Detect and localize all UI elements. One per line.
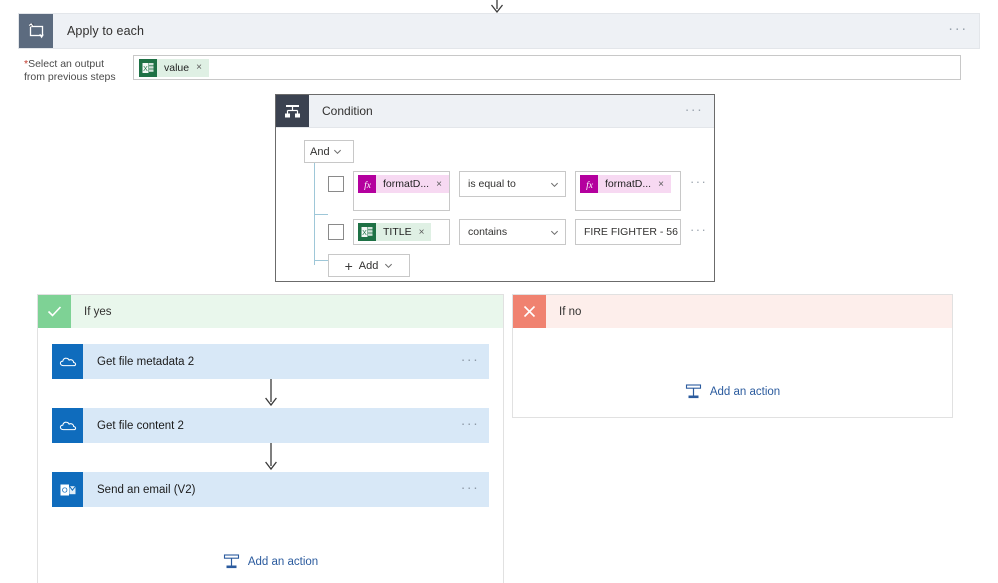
function-icon: fx (580, 175, 598, 193)
add-action-label: Add an action (709, 385, 781, 398)
left-token-body: TITLE × (376, 223, 432, 241)
branch-if-yes: If yes Get file metadata 2 ··· Get file … (37, 294, 504, 583)
condition-card[interactable]: Condition ··· And fx formatD... × is equ… (275, 94, 715, 301)
branch-if-no: If no Add an action (512, 294, 953, 418)
condition-menu-button[interactable]: ··· (674, 95, 714, 127)
action-name: Send an email (V2) (97, 483, 196, 496)
action-name: Get file metadata 2 (97, 355, 195, 368)
action-name: Get file content 2 (97, 419, 184, 432)
loop-icon (19, 14, 53, 48)
left-token-remove[interactable]: × (419, 227, 425, 238)
condition-body: And fx formatD... × is equal to fx forma… (276, 128, 714, 301)
add-condition-button[interactable]: + Add (328, 254, 410, 277)
incoming-flow-arrow (490, 0, 504, 14)
condition-left-field[interactable]: fx formatD... × (353, 171, 450, 211)
add-action-button-if-yes[interactable]: Add an action (38, 553, 503, 570)
branch-if-yes-actions: Get file metadata 2 ··· Get file content… (38, 328, 503, 507)
logic-operator-value: And (310, 145, 330, 158)
condition-title: Condition (322, 104, 373, 118)
left-token-text: TITLE (383, 226, 412, 238)
checkmark-icon (38, 295, 71, 328)
add-action-button-if-no[interactable]: Add an action (513, 383, 952, 400)
right-token[interactable]: fx formatD... × (580, 175, 671, 193)
chevron-down-icon (550, 230, 559, 235)
svg-text:O: O (61, 485, 67, 494)
left-token[interactable]: X TITLE × (358, 223, 432, 241)
condition-operator-dropdown[interactable]: contains (459, 219, 566, 245)
svg-text:fx: fx (586, 180, 594, 191)
flow-connector-arrow (52, 443, 489, 472)
chevron-down-icon (333, 149, 341, 155)
add-action-icon (685, 384, 701, 399)
select-output-label-line2: from previous steps (24, 71, 116, 83)
condition-right-field[interactable]: fx formatD... × (575, 171, 681, 211)
apply-to-each-menu-button[interactable]: ··· (937, 14, 979, 48)
condition-header[interactable]: Condition ··· (276, 95, 714, 128)
excel-icon: X (358, 223, 376, 241)
logic-operator-dropdown[interactable]: And (304, 140, 354, 163)
right-token-body: formatD... × (598, 175, 671, 193)
condition-operator-dropdown[interactable]: is equal to (459, 171, 566, 197)
condition-row-checkbox[interactable] (328, 176, 344, 192)
left-token[interactable]: fx formatD... × (358, 175, 449, 193)
action-menu-button[interactable]: ··· (451, 408, 489, 443)
condition-row-menu-button[interactable]: ··· (690, 174, 707, 189)
left-token-remove[interactable]: × (436, 179, 442, 190)
value-token-body: value × (157, 58, 209, 77)
apply-to-each-title: Apply to each (67, 24, 145, 38)
excel-icon: X (139, 58, 157, 77)
flow-connector-arrow (52, 379, 489, 408)
plus-icon: + (344, 257, 353, 274)
svg-text:fx: fx (364, 180, 372, 191)
condition-operator-value: is equal to (468, 178, 516, 190)
condition-row-checkbox[interactable] (328, 224, 344, 240)
flow-designer-canvas: Apply to each ··· *Select an output from… (0, 0, 998, 583)
select-output-input[interactable]: X value × (133, 55, 961, 80)
add-action-label: Add an action (247, 555, 319, 568)
svg-text:X: X (362, 230, 367, 237)
action-card-get-file-metadata-2[interactable]: Get file metadata 2 ··· (52, 344, 489, 379)
condition-icon (276, 95, 309, 127)
branch-if-yes-label: If yes (84, 305, 112, 318)
condition-row: X TITLE × contains FIRE FIGHTER - 56 ··· (328, 219, 714, 245)
left-token-body: formatD... × (376, 175, 449, 193)
onedrive-icon (52, 408, 83, 443)
apply-to-each-card[interactable]: Apply to each ··· (18, 13, 980, 49)
action-menu-button[interactable]: ··· (451, 472, 489, 507)
value-token-remove[interactable]: × (196, 62, 202, 73)
value-token[interactable]: X value × (139, 58, 209, 77)
close-icon (513, 295, 546, 328)
svg-text:X: X (143, 66, 148, 73)
chevron-down-icon (385, 263, 393, 269)
condition-tree-branch-2 (314, 260, 328, 261)
add-condition-label: Add (358, 259, 379, 272)
condition-value-field[interactable]: FIRE FIGHTER - 56 (575, 219, 681, 245)
outlook-icon: O (52, 472, 83, 507)
chevron-down-icon (550, 182, 559, 187)
right-token-text: formatD... (605, 178, 652, 190)
branch-if-yes-header: If yes (38, 295, 503, 328)
left-token-text: formatD... (383, 178, 430, 190)
onedrive-icon (52, 344, 83, 379)
right-token-remove[interactable]: × (658, 179, 664, 190)
select-output-label: *Select an output from previous steps (24, 58, 128, 84)
condition-tree-branch-1 (314, 214, 328, 215)
branch-if-no-header: If no (513, 295, 952, 328)
action-menu-button[interactable]: ··· (451, 344, 489, 379)
condition-operator-value: contains (468, 226, 508, 238)
function-icon: fx (358, 175, 376, 193)
value-token-text: value (164, 61, 190, 74)
condition-row: fx formatD... × is equal to fx formatD..… (328, 171, 714, 211)
add-action-icon (223, 554, 239, 569)
select-output-label-line1: Select an output (28, 58, 104, 70)
branch-if-no-label: If no (559, 305, 582, 318)
action-card-send-an-email-v2[interactable]: O Send an email (V2) ··· (52, 472, 489, 507)
condition-row-menu-button[interactable]: ··· (690, 222, 707, 237)
action-card-get-file-content-2[interactable]: Get file content 2 ··· (52, 408, 489, 443)
condition-left-field[interactable]: X TITLE × (353, 219, 450, 245)
